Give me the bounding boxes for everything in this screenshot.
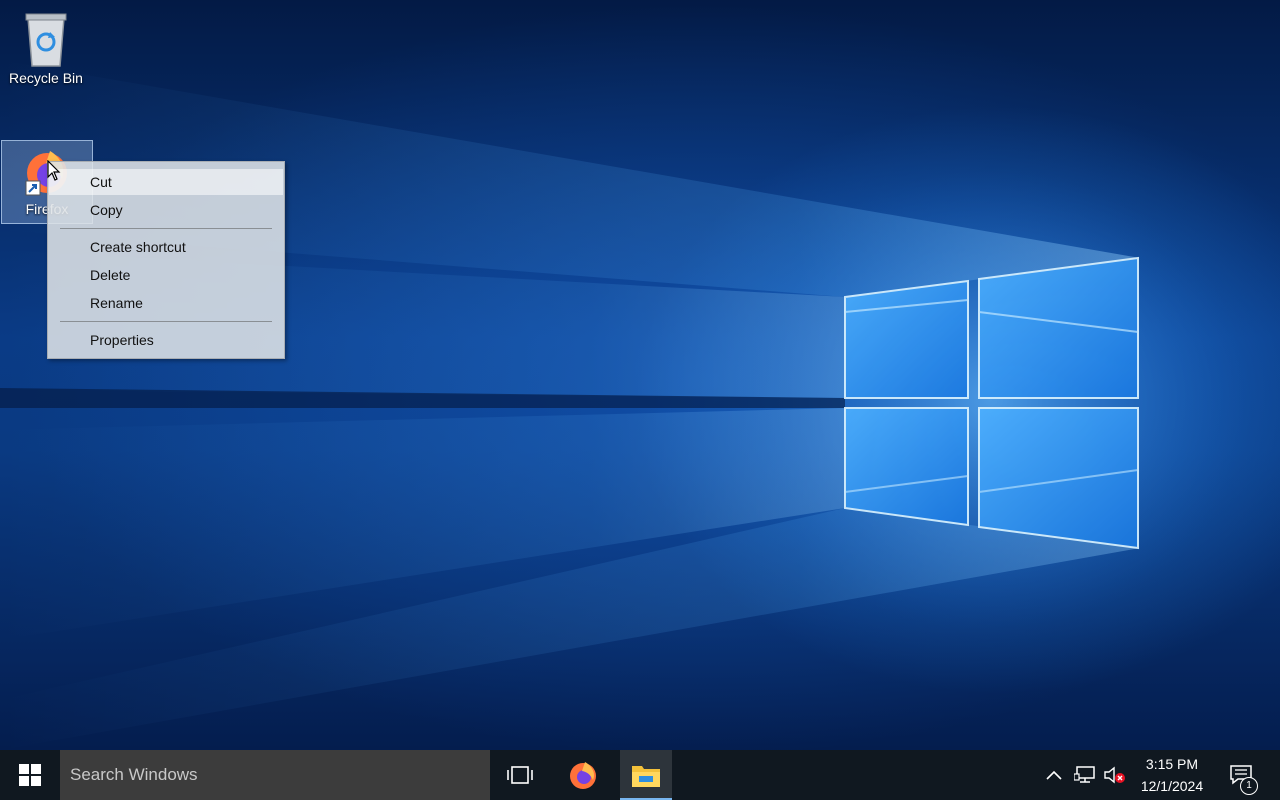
wallpaper [0, 60, 1250, 750]
windows-logo-icon [19, 764, 41, 786]
menu-item-rename[interactable]: Rename [49, 290, 283, 316]
menu-separator [60, 228, 272, 229]
network-icon [1074, 766, 1095, 783]
clock[interactable]: 3:15 PM 12/1/2024 [1134, 750, 1210, 800]
recycle-bin-shortcut[interactable]: Recycle Bin [0, 6, 92, 90]
start-button[interactable] [0, 750, 60, 800]
menu-item-create-shortcut[interactable]: Create shortcut [49, 234, 283, 260]
volume-button[interactable] [1102, 750, 1128, 800]
context-menu: Cut Copy Create shortcut Delete Rename P… [47, 161, 285, 359]
notification-count-badge: 1 [1240, 777, 1258, 795]
menu-separator [60, 321, 272, 322]
recycle-bin-icon [25, 13, 67, 67]
desktop[interactable]: Recycle Bin Firefox Cut Copy Create shor… [0, 0, 1280, 750]
network-button[interactable] [1072, 750, 1098, 800]
chevron-up-icon [1046, 770, 1062, 780]
show-hidden-icons-button[interactable] [1043, 750, 1065, 800]
menu-item-delete[interactable]: Delete [49, 262, 283, 288]
firefox-taskbar-button[interactable] [557, 750, 609, 800]
mouse-cursor-icon [47, 160, 61, 181]
menu-item-cut[interactable]: Cut [49, 169, 283, 195]
menu-item-properties[interactable]: Properties [49, 327, 283, 353]
task-view-button[interactable] [494, 750, 546, 800]
task-view-icon [507, 766, 533, 784]
clock-date: 12/1/2024 [1140, 778, 1204, 794]
firefox-icon [570, 762, 596, 789]
recycle-bin-label: Recycle Bin [9, 70, 83, 86]
search-input[interactable]: Search Windows [60, 750, 490, 800]
file-explorer-taskbar-button[interactable] [620, 750, 672, 800]
clock-time: 3:15 PM [1145, 756, 1199, 772]
menu-item-copy[interactable]: Copy [49, 197, 283, 223]
volume-muted-icon [1104, 766, 1125, 784]
taskbar: Search Windows 3:15 PM 12/1/2024 [0, 750, 1280, 800]
file-explorer-icon [632, 766, 660, 787]
